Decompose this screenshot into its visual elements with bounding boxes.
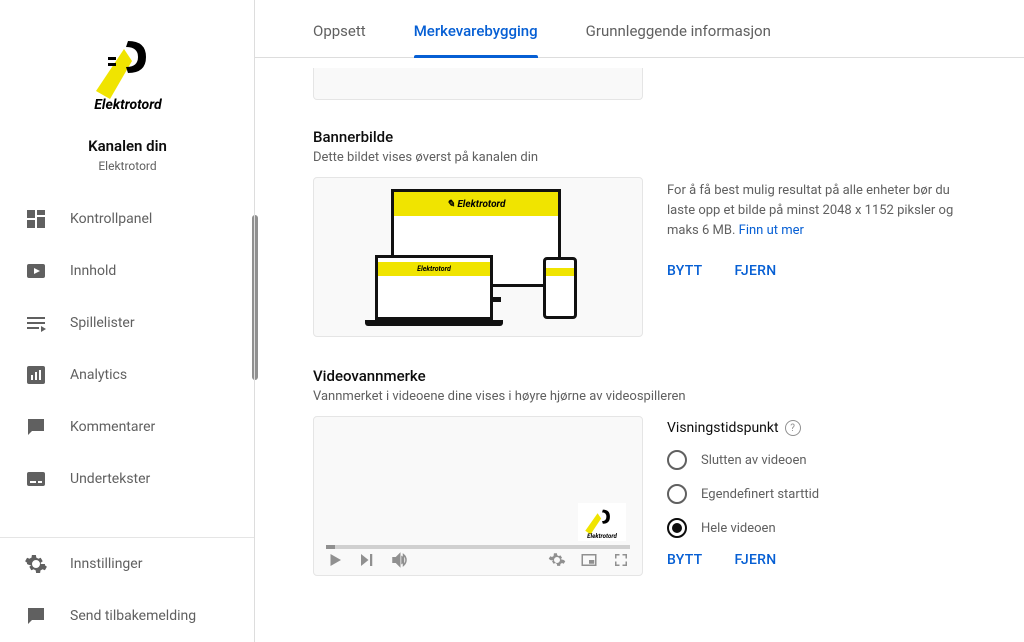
previous-section-strip (313, 68, 643, 100)
channel-logo-wrap: Elektrotord (0, 0, 255, 133)
feedback-icon (24, 604, 48, 628)
banner-info-body: For å få best mulig resultat på alle enh… (667, 183, 953, 238)
watermark-options: Visningstidspunkt ? Slutten av videoen E… (667, 416, 966, 568)
radio-custom[interactable]: Egendefinert starttid (667, 484, 966, 504)
banner-info: For å få best mulig resultat på alle enh… (667, 177, 966, 279)
nav-content[interactable]: Innhold (0, 245, 255, 297)
watermark-preview: Elektrotord (313, 416, 643, 576)
subtitles-icon (24, 467, 48, 491)
gear-icon (24, 552, 48, 576)
channel-logo[interactable]: Elektrotord (75, 18, 180, 123)
watermark-title: Videovannmerke (313, 367, 966, 385)
timing-title: Visningstidspunkt ? (667, 420, 966, 436)
tabs: Oppsett Merkevarebygging Grunnleggende i… (255, 0, 1024, 58)
banner-remove-button[interactable]: FJERN (735, 263, 777, 279)
banner-desc: Dette bildet vises øverst på kanalen din (313, 150, 966, 165)
miniplayer-icon[interactable] (580, 551, 598, 569)
nav-settings[interactable]: Innstillinger (0, 538, 255, 590)
phone-mock (543, 257, 577, 319)
comments-icon (24, 415, 48, 439)
watermark-desc: Vannmerket i videoene dine vises i høyre… (313, 389, 966, 404)
tab-branding[interactable]: Merkevarebygging (414, 4, 538, 57)
nav-label: Spillelister (70, 315, 135, 331)
nav-label: Analytics (70, 367, 127, 383)
dashboard-icon (24, 207, 48, 231)
radio-end-label: Slutten av videoen (701, 453, 807, 468)
section-watermark: Videovannmerke Vannmerket i videoene din… (313, 367, 966, 576)
tab-basic[interactable]: Grunnleggende informasjon (586, 4, 771, 57)
nav-label: Undertekster (70, 471, 150, 487)
svg-text:Elektrotord: Elektrotord (94, 97, 163, 113)
nav-analytics[interactable]: Analytics (0, 349, 255, 401)
radio-end[interactable]: Slutten av videoen (667, 450, 966, 470)
section-banner: Bannerbilde Dette bildet vises øverst på… (313, 128, 966, 337)
laptop-mock: Elektrotord (375, 255, 493, 320)
banner-preview: ✎ Elektrotord Elektrotord (313, 177, 643, 337)
content-scroll[interactable]: Bannerbilde Dette bildet vises øverst på… (255, 58, 1024, 642)
banner-change-button[interactable]: BYTT (667, 263, 703, 279)
timing-title-text: Visningstidspunkt (667, 420, 779, 436)
nav-list: Kontrollpanel Innhold Spillelister Analy… (0, 193, 255, 505)
channel-section-title: Kanalen din (0, 137, 255, 155)
watermark-row: Elektrotord (313, 416, 966, 576)
device-mockups: ✎ Elektrotord Elektrotord (363, 187, 593, 327)
watermark-actions: BYTT FJERN (667, 552, 966, 568)
watermark-thumb: Elektrotord (578, 503, 626, 541)
play-icon[interactable] (326, 551, 344, 569)
main: Oppsett Merkevarebygging Grunnleggende i… (255, 0, 1024, 642)
next-icon[interactable] (358, 551, 376, 569)
nav-comments[interactable]: Kommentarer (0, 401, 255, 453)
radio-custom-circle (667, 484, 687, 504)
nav-label: Innhold (70, 263, 116, 279)
watermark-remove-button[interactable]: FJERN (735, 552, 777, 568)
banner-info-text: For å få best mulig resultat på alle enh… (667, 181, 966, 241)
sidebar: Elektrotord Kanalen din Elektrotord Kont… (0, 0, 255, 642)
tab-layout[interactable]: Oppsett (313, 4, 366, 57)
nav-bottom: Innstillinger Send tilbakemelding (0, 537, 255, 642)
nav-feedback[interactable]: Send tilbakemelding (0, 590, 255, 642)
playlists-icon (24, 311, 48, 335)
sidebar-scrollbar[interactable] (252, 215, 258, 380)
video-progress[interactable] (326, 545, 630, 549)
nav-playlists[interactable]: Spillelister (0, 297, 255, 349)
volume-icon[interactable] (390, 551, 408, 569)
fullscreen-icon[interactable] (612, 551, 630, 569)
nav-dashboard[interactable]: Kontrollpanel (0, 193, 255, 245)
settings-icon[interactable] (548, 551, 566, 569)
radio-whole-circle (667, 518, 687, 538)
radio-end-circle (667, 450, 687, 470)
nav-subtitles[interactable]: Undertekster (0, 453, 255, 505)
nav-label: Innstillinger (70, 556, 142, 572)
nav-label: Kommentarer (70, 419, 155, 435)
nav-label: Kontrollpanel (70, 211, 152, 227)
banner-row: ✎ Elektrotord Elektrotord For å få best … (313, 177, 966, 337)
analytics-icon (24, 363, 48, 387)
app-root: Elektrotord Kanalen din Elektrotord Kont… (0, 0, 1024, 642)
radio-whole[interactable]: Hele videoen (667, 518, 966, 538)
channel-name: Elektrotord (0, 159, 255, 173)
video-controls (314, 551, 642, 569)
radio-custom-label: Egendefinert starttid (701, 487, 819, 502)
banner-actions: BYTT FJERN (667, 263, 966, 279)
radio-whole-label: Hele videoen (701, 521, 776, 536)
svg-text:Elektrotord: Elektrotord (587, 532, 617, 540)
banner-title: Bannerbilde (313, 128, 966, 146)
help-icon[interactable]: ? (785, 420, 801, 436)
content-icon (24, 259, 48, 283)
banner-learn-more-link[interactable]: Finn ut mer (739, 223, 804, 238)
watermark-change-button[interactable]: BYTT (667, 552, 703, 568)
nav-label: Send tilbakemelding (70, 608, 196, 624)
